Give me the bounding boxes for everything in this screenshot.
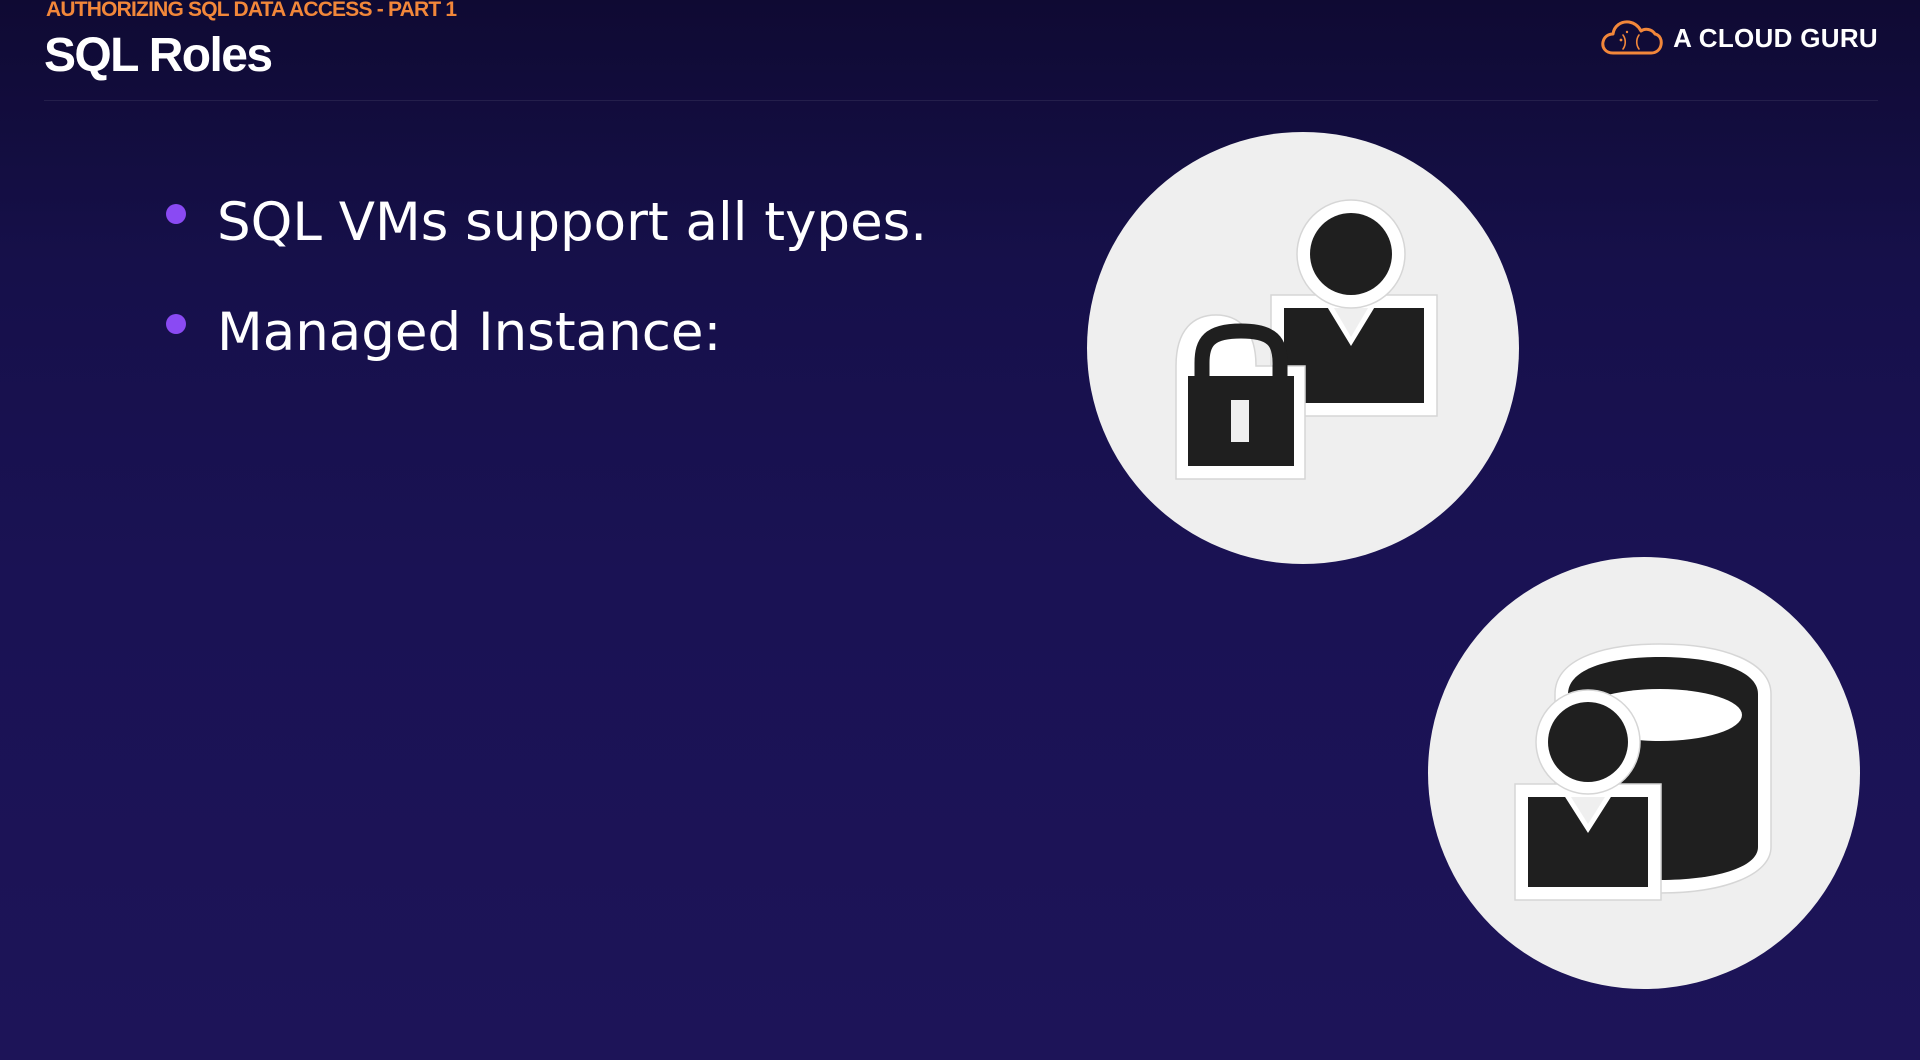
header-divider xyxy=(44,100,1878,101)
brand-logo: A CLOUD GURU xyxy=(1599,17,1878,59)
bullet-dot-icon xyxy=(166,204,186,224)
bullet-text: SQL VMs support all types. xyxy=(217,192,928,253)
section-eyebrow: AUTHORIZING SQL DATA ACCESS - PART 1 xyxy=(46,0,457,21)
database-user-illustration xyxy=(1428,557,1860,989)
slide-title: SQL Roles xyxy=(44,29,273,82)
bullet-list: SQL VMs support all types. Managed Insta… xyxy=(165,186,927,406)
user-lock-icon xyxy=(1175,199,1438,480)
database-user-icon xyxy=(1514,643,1772,901)
user-lock-illustration xyxy=(1087,132,1519,564)
bullet-item: SQL VMs support all types. xyxy=(165,186,927,296)
bullet-text: Managed Instance: xyxy=(217,302,722,363)
brand-name: A CLOUD GURU xyxy=(1673,22,1878,53)
cloud-logo-icon xyxy=(1601,20,1663,55)
bullet-dot-icon xyxy=(166,314,186,334)
bullet-item: Managed Instance: xyxy=(165,296,927,406)
